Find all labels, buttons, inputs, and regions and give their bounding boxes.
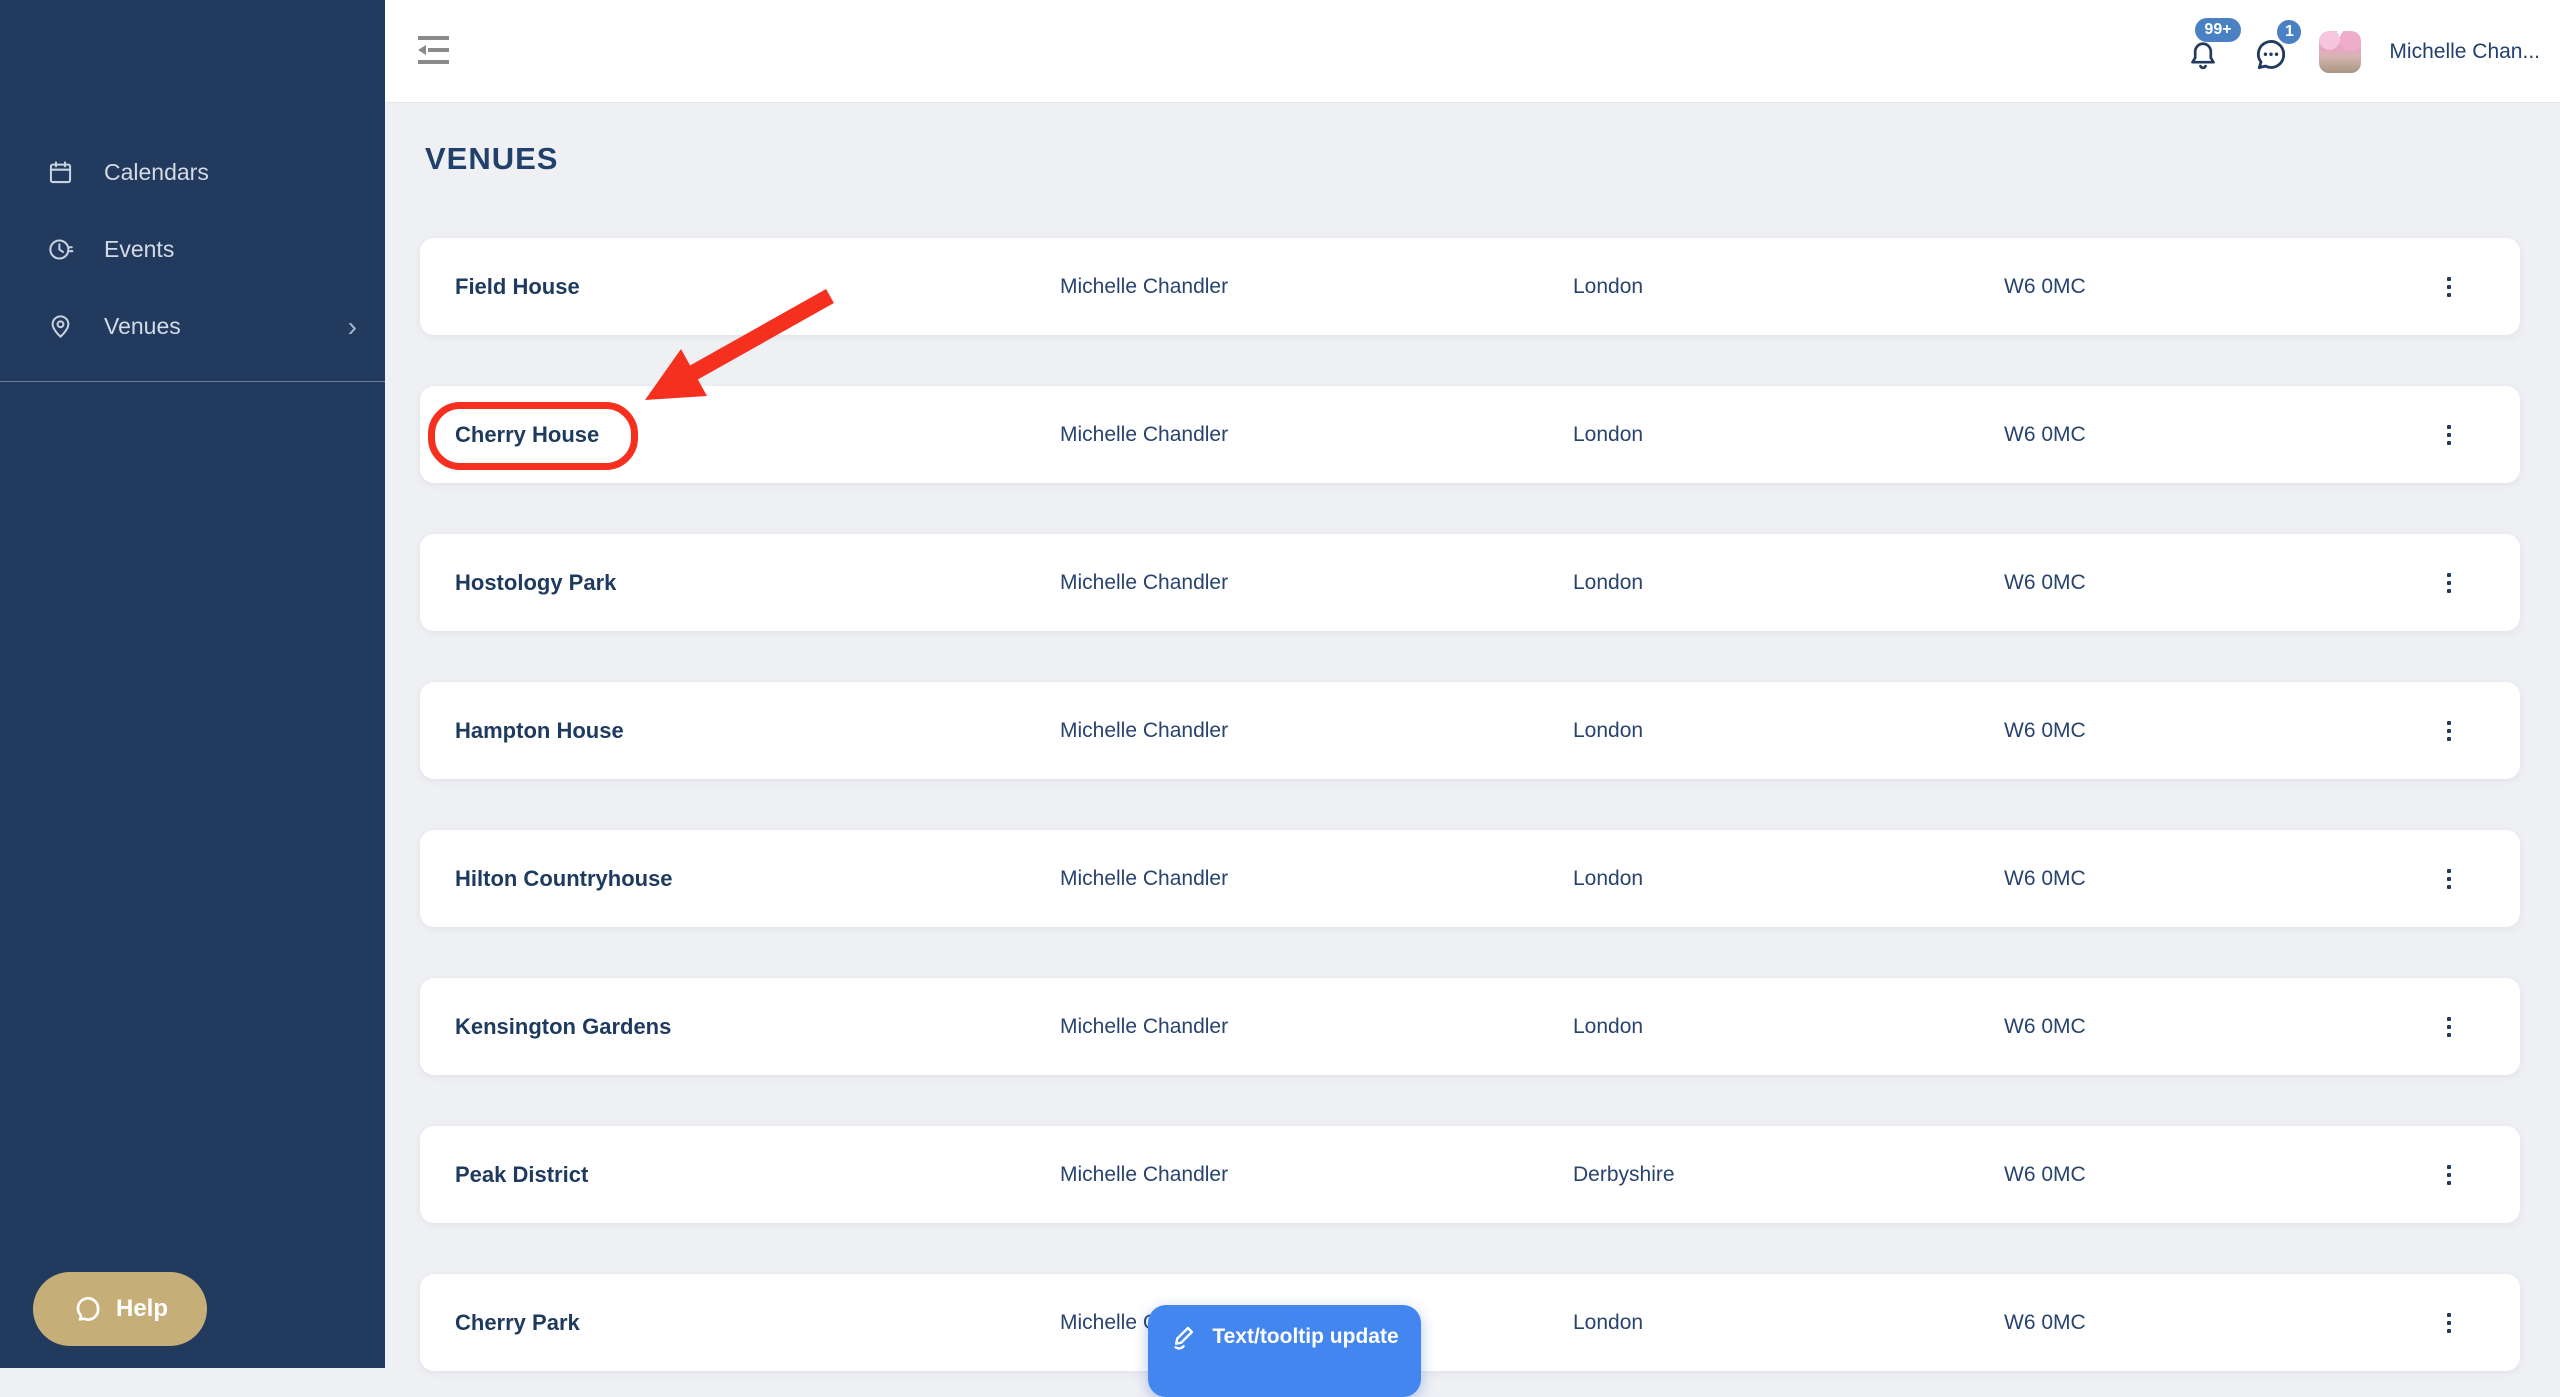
venue-manager: Michelle Chandler xyxy=(1060,571,1573,595)
notifications-button[interactable]: 99+ xyxy=(2183,30,2223,74)
venue-manager: Michelle Chandler xyxy=(1060,719,1573,743)
user-avatar[interactable] xyxy=(2319,31,2361,73)
sidebar-item-events[interactable]: Events xyxy=(0,211,385,288)
venue-name: Peak District xyxy=(455,1162,1060,1188)
venue-manager: Michelle Chandler xyxy=(1060,867,1573,891)
venue-city: London xyxy=(1573,275,2004,299)
venue-manager: Michelle Chandler xyxy=(1060,1163,1573,1187)
sidebar-item-label: Events xyxy=(104,236,174,263)
text-tooltip-update-button[interactable]: Text/tooltip update xyxy=(1148,1305,1421,1397)
page-title: VENUES xyxy=(425,141,558,177)
sidebar-divider xyxy=(0,381,385,382)
help-chat-icon xyxy=(72,1293,104,1325)
help-label: Help xyxy=(116,1295,168,1323)
venue-manager: Michelle Chandler xyxy=(1060,1015,1573,1039)
venue-row[interactable]: Field House Michelle Chandler London W6 … xyxy=(420,238,2520,335)
venue-row[interactable]: Kensington Gardens Michelle Chandler Lon… xyxy=(420,978,2520,1075)
notifications-badge: 99+ xyxy=(2195,18,2240,42)
calendar-icon xyxy=(46,159,74,187)
venue-name: Cherry House xyxy=(455,422,1060,448)
row-menu-button[interactable] xyxy=(2436,418,2462,452)
messages-badge: 1 xyxy=(2275,18,2303,46)
venue-name: Hostology Park xyxy=(455,570,1060,596)
venue-city: London xyxy=(1573,1015,2004,1039)
venue-city: London xyxy=(1573,719,2004,743)
venue-city: Derbyshire xyxy=(1573,1163,2004,1187)
row-menu-button[interactable] xyxy=(2436,1010,2462,1044)
venue-row[interactable]: Peak District Michelle Chandler Derbyshi… xyxy=(420,1126,2520,1223)
row-menu-button[interactable] xyxy=(2436,270,2462,304)
venue-city: London xyxy=(1573,423,2004,447)
row-menu-button[interactable] xyxy=(2436,714,2462,748)
row-menu-button[interactable] xyxy=(2436,1158,2462,1192)
row-menu-button[interactable] xyxy=(2436,1306,2462,1340)
sidebar-nav: Calendars Events Venues › xyxy=(0,134,385,365)
row-menu-button[interactable] xyxy=(2436,566,2462,600)
venue-row[interactable]: Cherry Park Michelle Chandler London W6 … xyxy=(420,1274,2520,1371)
venue-name: Cherry Park xyxy=(455,1310,1060,1336)
map-pin-icon xyxy=(46,313,74,341)
topbar: 99+ 1 Michelle Chan... xyxy=(385,0,2560,103)
sidebar: Calendars Events Venues › xyxy=(0,0,385,1368)
sidebar-item-label: Venues xyxy=(104,313,181,340)
venue-name: Hilton Countryhouse xyxy=(455,866,1060,892)
tooltip-button-label: Text/tooltip update xyxy=(1212,1322,1398,1352)
help-button[interactable]: Help xyxy=(33,1272,207,1346)
sidebar-collapse-icon[interactable] xyxy=(418,36,449,64)
venue-city: London xyxy=(1573,571,2004,595)
venue-row[interactable]: Hilton Countryhouse Michelle Chandler Lo… xyxy=(420,830,2520,927)
venue-city: London xyxy=(1573,1311,2004,1335)
sidebar-item-label: Calendars xyxy=(104,159,209,186)
venue-city: London xyxy=(1573,867,2004,891)
venue-row[interactable]: Cherry House Michelle Chandler London W6… xyxy=(420,386,2520,483)
chevron-right-icon[interactable]: › xyxy=(348,311,357,343)
venue-name: Hampton House xyxy=(455,718,1060,744)
venue-name: Field House xyxy=(455,274,1060,300)
clock-icon xyxy=(46,236,74,264)
row-menu-button[interactable] xyxy=(2436,862,2462,896)
venue-name: Kensington Gardens xyxy=(455,1014,1060,1040)
messages-button[interactable]: 1 xyxy=(2251,30,2291,74)
venue-row[interactable]: Hostology Park Michelle Chandler London … xyxy=(420,534,2520,631)
venues-list: Field House Michelle Chandler London W6 … xyxy=(420,238,2520,1371)
main-content: VENUES Field House Michelle Chandler Lon… xyxy=(385,103,2560,1368)
venue-row[interactable]: Hampton House Michelle Chandler London W… xyxy=(420,682,2520,779)
venue-manager: Michelle Chandler xyxy=(1060,275,1573,299)
venue-manager: Michelle Chandler xyxy=(1060,423,1573,447)
sidebar-item-calendars[interactable]: Calendars xyxy=(0,134,385,211)
pencil-icon xyxy=(1170,1322,1200,1352)
sidebar-item-venues[interactable]: Venues › xyxy=(0,288,385,365)
topbar-right: 99+ 1 Michelle Chan... xyxy=(2183,0,2540,103)
user-name[interactable]: Michelle Chan... xyxy=(2389,40,2540,64)
